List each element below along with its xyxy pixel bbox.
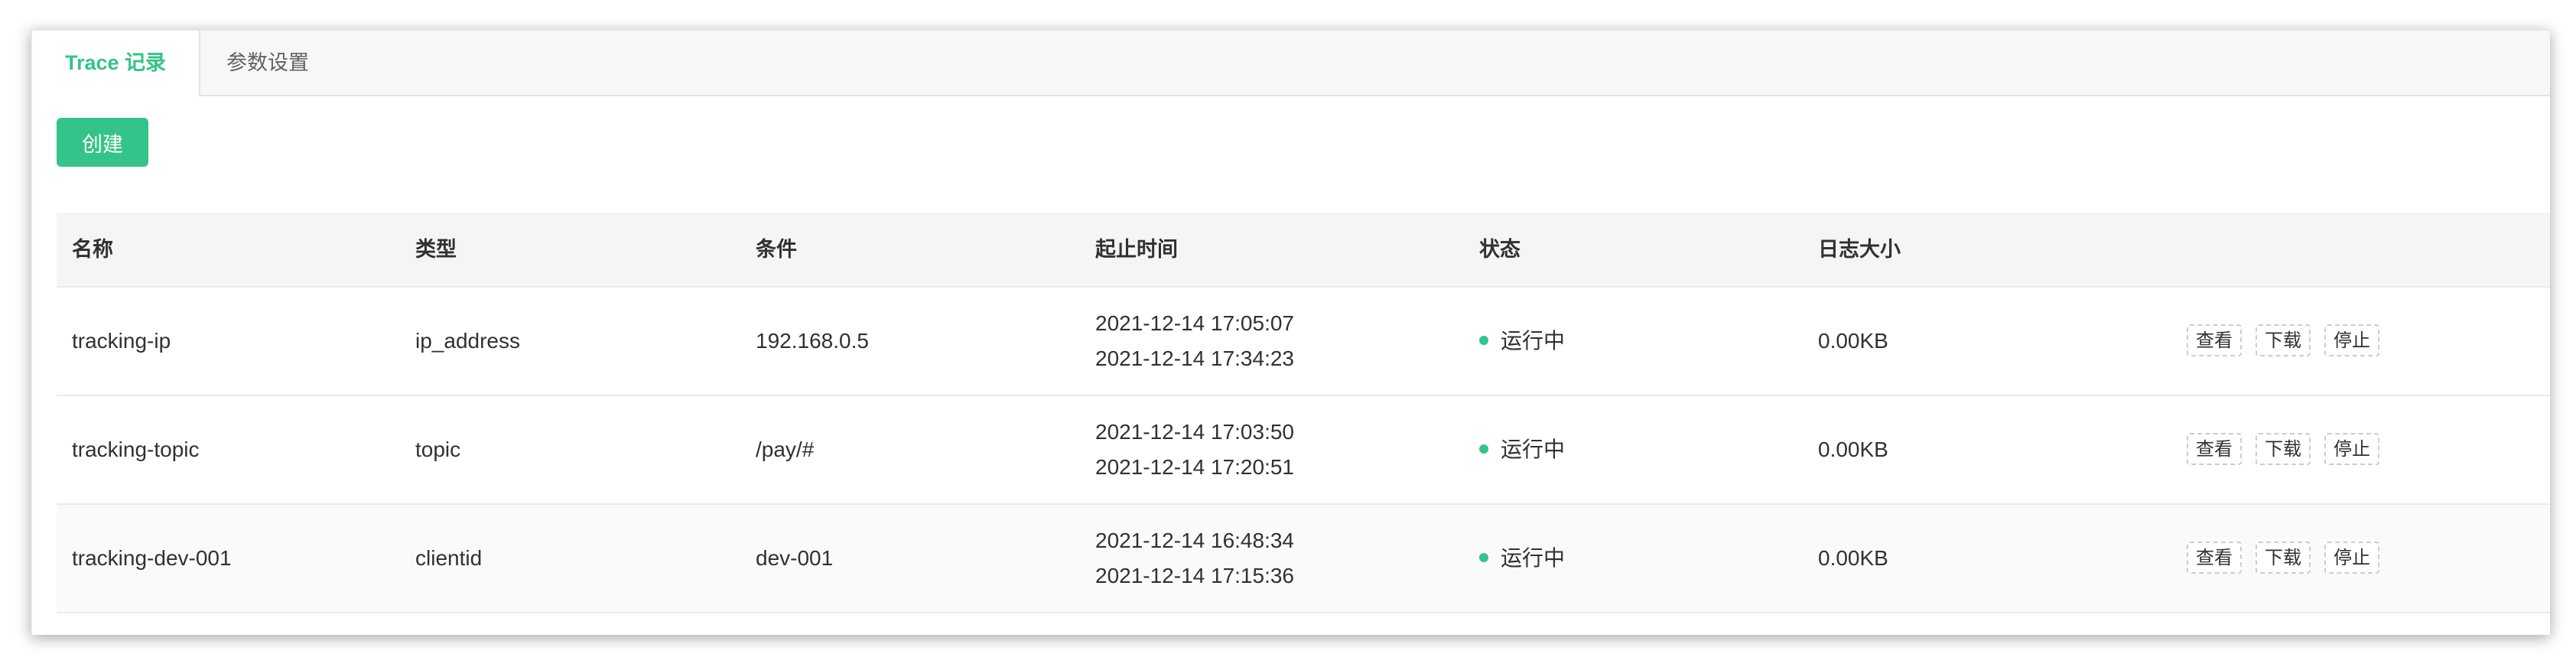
cell-condition: dev-001	[756, 546, 834, 570]
row-actions: 查看 下载 停止	[2187, 324, 2393, 356]
trace-table: 名称 类型 条件 起止时间 状态 日志大小 tracking-ip ip_add…	[57, 213, 2550, 613]
cell-log-size: 0.00KB	[1818, 546, 1888, 570]
table-header: 名称 类型 条件 起止时间 状态 日志大小	[57, 213, 2550, 288]
cell-log-size: 0.00KB	[1818, 329, 1888, 353]
cell-status: 运行中	[1479, 505, 1565, 612]
start-time: 2021-12-14 17:03:50	[1095, 420, 1294, 444]
download-button[interactable]: 下载	[2256, 433, 2311, 465]
view-button[interactable]: 查看	[2187, 433, 2242, 465]
start-time: 2021-12-14 17:05:07	[1095, 311, 1294, 335]
stop-button[interactable]: 停止	[2324, 542, 2379, 574]
download-button[interactable]: 下载	[2256, 542, 2311, 574]
cell-name: tracking-ip	[72, 329, 171, 353]
status-dot-icon	[1479, 552, 1488, 562]
status-text: 运行中	[1501, 438, 1566, 461]
cell-condition: /pay/#	[756, 438, 815, 461]
download-button[interactable]: 下载	[2256, 324, 2311, 356]
view-button[interactable]: 查看	[2187, 542, 2242, 574]
tab-bar: Trace 记录 参数设置	[32, 31, 2550, 96]
tab-trace-records[interactable]: Trace 记录	[32, 31, 200, 96]
status-dot-icon	[1479, 444, 1488, 454]
header-name: 名称	[72, 238, 113, 261]
cell-name: tracking-topic	[72, 438, 200, 461]
cell-status: 运行中	[1479, 396, 1565, 503]
cell-condition: 192.168.0.5	[756, 329, 869, 353]
cell-name: tracking-dev-001	[72, 546, 232, 570]
view-button[interactable]: 查看	[2187, 324, 2242, 356]
end-time: 2021-12-14 17:34:23	[1095, 347, 1294, 370]
cell-time-range: 2021-12-14 16:48:34 2021-12-14 17:15:36	[1095, 505, 1294, 612]
row-actions: 查看 下载 停止	[2187, 542, 2393, 574]
cell-status: 运行中	[1479, 288, 1565, 395]
stop-button[interactable]: 停止	[2324, 433, 2379, 465]
table-row: tracking-topic topic /pay/# 2021-12-14 1…	[57, 396, 2550, 505]
status-text: 运行中	[1501, 546, 1566, 570]
header-status: 状态	[1479, 238, 1521, 261]
cell-time-range: 2021-12-14 17:03:50 2021-12-14 17:20:51	[1095, 396, 1294, 503]
table-row: tracking-dev-001 clientid dev-001 2021-1…	[57, 505, 2550, 613]
end-time: 2021-12-14 17:20:51	[1095, 455, 1294, 479]
start-time: 2021-12-14 16:48:34	[1095, 529, 1294, 552]
header-condition: 条件	[756, 238, 797, 261]
cell-type: clientid	[415, 546, 483, 570]
cell-time-range: 2021-12-14 17:05:07 2021-12-14 17:34:23	[1095, 288, 1294, 395]
cell-log-size: 0.00KB	[1818, 438, 1888, 461]
end-time: 2021-12-14 17:15:36	[1095, 564, 1294, 587]
table-row: tracking-ip ip_address 192.168.0.5 2021-…	[57, 288, 2550, 396]
stop-button[interactable]: 停止	[2324, 324, 2379, 356]
cell-type: ip_address	[415, 329, 520, 353]
app-window: Trace 记录 参数设置 创建 名称 类型 条件 起止时间 状态 日志大小 t…	[31, 29, 2550, 635]
create-button[interactable]: 创建	[57, 118, 148, 167]
status-dot-icon	[1479, 335, 1488, 345]
row-actions: 查看 下载 停止	[2187, 433, 2393, 465]
header-time-range: 起止时间	[1095, 238, 1178, 261]
status-text: 运行中	[1501, 329, 1566, 353]
cell-type: topic	[415, 438, 461, 461]
tab-parameter-settings[interactable]: 参数设置	[200, 31, 335, 95]
header-log-size: 日志大小	[1818, 238, 1901, 261]
header-type: 类型	[415, 238, 457, 261]
